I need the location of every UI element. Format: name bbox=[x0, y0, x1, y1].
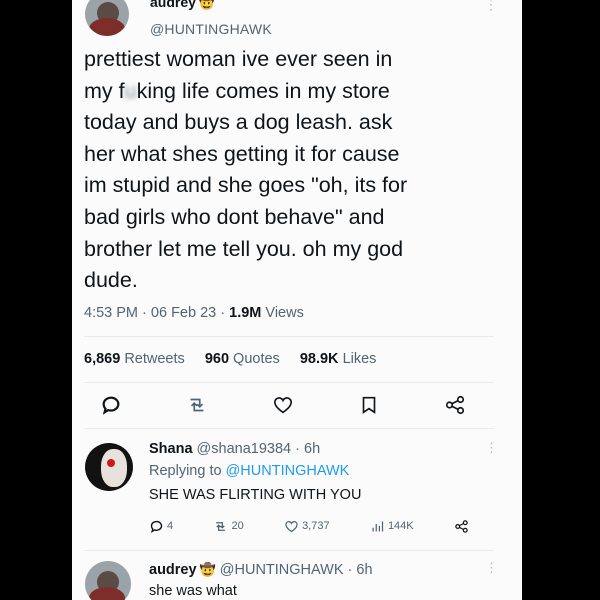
tweet-date[interactable]: 06 Feb 23 bbox=[151, 305, 216, 321]
reply-age: 6h bbox=[356, 562, 373, 578]
tweet-time[interactable]: 4:53 PM bbox=[84, 305, 138, 321]
censor-blur: u bbox=[124, 78, 137, 103]
share-icon[interactable] bbox=[442, 392, 468, 418]
divider bbox=[84, 428, 494, 429]
tweet-line: prettiest woman ive ever seen in bbox=[84, 47, 393, 71]
replying-to: Replying to @HUNTINGHAWK bbox=[149, 463, 350, 479]
reply-author-handle[interactable]: @HUNTINGHAWK bbox=[220, 562, 344, 578]
reply-icon[interactable] bbox=[98, 392, 124, 418]
quotes-stat[interactable]: 960 Quotes bbox=[205, 351, 288, 367]
divider bbox=[84, 336, 494, 337]
reply-share-button[interactable] bbox=[454, 519, 469, 534]
reply-age: 6h bbox=[304, 441, 321, 457]
views-label: Views bbox=[265, 305, 304, 321]
bookmark-icon[interactable] bbox=[356, 392, 382, 418]
reply-like-button[interactable]: 3,737 bbox=[284, 519, 330, 534]
reply-views-button[interactable]: 144K bbox=[370, 519, 414, 534]
cowboy-emoji-icon: 🤠 bbox=[199, 562, 216, 577]
reply-avatar[interactable] bbox=[85, 443, 133, 491]
replying-to-handle[interactable]: @HUNTINGHAWK bbox=[226, 463, 350, 479]
heart-icon bbox=[285, 520, 298, 532]
author-avatar[interactable] bbox=[85, 0, 129, 36]
more-icon[interactable]: ⋮ bbox=[484, 0, 498, 13]
tweet-line: bad girls who dont behave" and bbox=[84, 204, 385, 229]
share-icon bbox=[455, 519, 468, 533]
reply-text: she was what bbox=[149, 583, 237, 599]
tweet-line: her what shes getting it for cause bbox=[84, 141, 400, 166]
retweet-icon[interactable] bbox=[184, 392, 210, 418]
reply-author-name[interactable]: audrey bbox=[149, 562, 197, 578]
author-name-row[interactable]: audrey 🤠 bbox=[150, 0, 215, 11]
divider bbox=[84, 382, 494, 383]
tweet-panel: audrey 🤠 @HUNTINGHAWK ⋮ prettiest woman i… bbox=[72, 0, 522, 600]
tweet-actions bbox=[98, 392, 468, 418]
reply-header: Shana @shana19384 · 6h bbox=[149, 441, 321, 457]
reply-header: audrey 🤠 @HUNTINGHAWK · 6h bbox=[149, 562, 373, 578]
author-name[interactable]: audrey bbox=[150, 0, 196, 10]
author-handle[interactable]: @HUNTINGHAWK bbox=[150, 21, 272, 37]
reply-retweet-button[interactable]: 20 bbox=[213, 519, 244, 534]
more-icon[interactable]: ⋮ bbox=[485, 560, 498, 576]
reply-author-name[interactable]: Shana bbox=[149, 441, 193, 457]
reply-author-handle[interactable]: @shana19384 bbox=[197, 441, 292, 457]
tweet-line: dude. bbox=[84, 268, 138, 293]
views-icon bbox=[372, 521, 384, 531]
likes-stat[interactable]: 98.9K Likes bbox=[300, 351, 385, 367]
reply-avatar[interactable] bbox=[85, 561, 131, 600]
cowboy-emoji-icon: 🤠 bbox=[198, 0, 216, 10]
tweet-body: prettiest woman ive ever seen in my fuki… bbox=[84, 44, 514, 297]
tweet-line: brother let me tell you. oh my god bbox=[84, 236, 404, 261]
reply-reply-button[interactable]: 4 bbox=[149, 519, 173, 534]
reply-text: SHE WAS FLIRTING WITH YOU bbox=[149, 487, 362, 503]
tweet-stats: 6,869 Retweets 960 Quotes 98.9K Likes bbox=[84, 351, 392, 367]
tweet-meta: 4:53 PM · 06 Feb 23 · 1.9M Views bbox=[84, 305, 304, 321]
tweet-line: today and buys a dog leash. ask bbox=[84, 110, 393, 135]
reply-icon bbox=[150, 520, 163, 533]
more-icon[interactable]: ⋮ bbox=[485, 440, 498, 456]
retweets-stat[interactable]: 6,869 Retweets bbox=[84, 351, 193, 367]
reply-actions: 4 20 3,737 144K bbox=[149, 516, 469, 536]
heart-icon[interactable] bbox=[270, 392, 296, 418]
tweet-line: my fuking life comes in my store bbox=[84, 78, 390, 103]
views-count: 1.9M bbox=[229, 305, 262, 321]
divider bbox=[84, 550, 494, 551]
retweet-icon bbox=[216, 521, 226, 531]
tweet-line: im stupid and she goes "oh, its for bbox=[84, 173, 408, 198]
